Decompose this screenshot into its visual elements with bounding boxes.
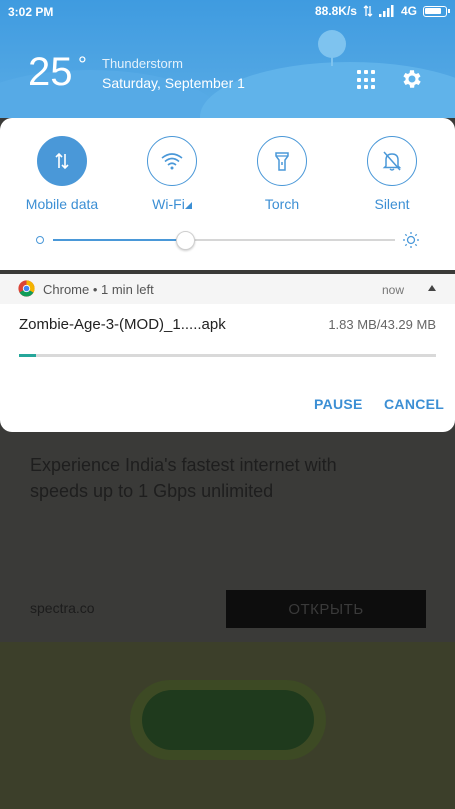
brightness-slider-thumb[interactable]	[176, 231, 195, 250]
brightness-low-icon	[36, 236, 44, 244]
wifi-button[interactable]	[147, 136, 197, 186]
collapse-chevron-icon[interactable]	[428, 285, 436, 291]
data-arrows-icon	[55, 152, 69, 170]
mobile-data-button[interactable]	[37, 136, 87, 186]
notification-shade-header: 3:02 PM 88.8K/s 4G 25 ° Thunderstorm Sat…	[0, 0, 455, 118]
cancel-button[interactable]: CANCEL	[384, 396, 444, 412]
silent-button[interactable]	[367, 136, 417, 186]
pause-button[interactable]: PAUSE	[314, 396, 363, 412]
ad-install-button	[142, 690, 314, 750]
signal-icon	[378, 5, 394, 17]
status-indicators: 88.8K/s 4G	[314, 4, 450, 18]
data-activity-icon	[363, 5, 373, 17]
toggle-label: Mobile data	[25, 196, 99, 212]
status-bar: 3:02 PM 88.8K/s 4G	[0, 0, 455, 24]
ad-headline: Experience India's fastest internet with…	[30, 455, 337, 501]
wifi-icon	[161, 153, 183, 170]
notification-time: now	[382, 283, 405, 297]
toggle-label: Wi-Fi	[152, 196, 185, 212]
chrome-icon	[18, 280, 35, 297]
network-type: 4G	[400, 4, 417, 18]
toggle-label: Torch	[264, 196, 300, 212]
toggle-silent[interactable]: Silent	[347, 136, 437, 212]
quick-settings-panel: Mobile data Wi-Fi Torch Silent	[0, 118, 455, 270]
download-file-name: Zombie-Age-3-(MOD)_1.....apk	[19, 316, 226, 333]
weather-condition: Thunderstorm	[102, 56, 183, 71]
torch-icon	[275, 152, 289, 171]
toggle-wifi[interactable]: Wi-Fi	[127, 136, 217, 212]
bell-off-icon	[382, 151, 402, 171]
notification-app-name: Chrome • 1 min left	[43, 282, 154, 297]
notification-header: Chrome • 1 min left now	[0, 274, 455, 304]
status-time: 3:02 PM	[8, 5, 54, 19]
download-progress-fill	[19, 354, 36, 357]
battery-icon	[423, 5, 450, 17]
toggle-label: Silent	[374, 196, 410, 212]
download-notification[interactable]: Chrome • 1 min left now Zombie-Age-3-(MO…	[0, 274, 455, 432]
scenery-tree-trunk	[331, 56, 333, 66]
gear-icon[interactable]	[400, 67, 424, 91]
weather-temperature[interactable]: 25	[28, 50, 73, 95]
download-progress-bar	[19, 354, 436, 357]
download-file-size: 1.83 MB/43.29 MB	[328, 317, 436, 332]
network-speed: 88.8K/s	[314, 4, 357, 18]
torch-button[interactable]	[257, 136, 307, 186]
toggle-torch[interactable]: Torch	[237, 136, 327, 212]
ad-domain: spectra.co	[30, 600, 95, 616]
brightness-slider-fill	[53, 239, 185, 241]
grid-menu-icon[interactable]	[357, 70, 377, 90]
toggle-mobile-data[interactable]: Mobile data	[17, 136, 107, 212]
dropdown-corner-icon	[184, 202, 192, 209]
brightness-high-icon	[403, 232, 419, 248]
weather-degree: °	[78, 52, 87, 77]
scenery-tree	[318, 30, 346, 58]
weather-date: Saturday, September 1	[102, 75, 245, 91]
ad-open-button: ОТКРЫТЬ	[226, 590, 426, 628]
